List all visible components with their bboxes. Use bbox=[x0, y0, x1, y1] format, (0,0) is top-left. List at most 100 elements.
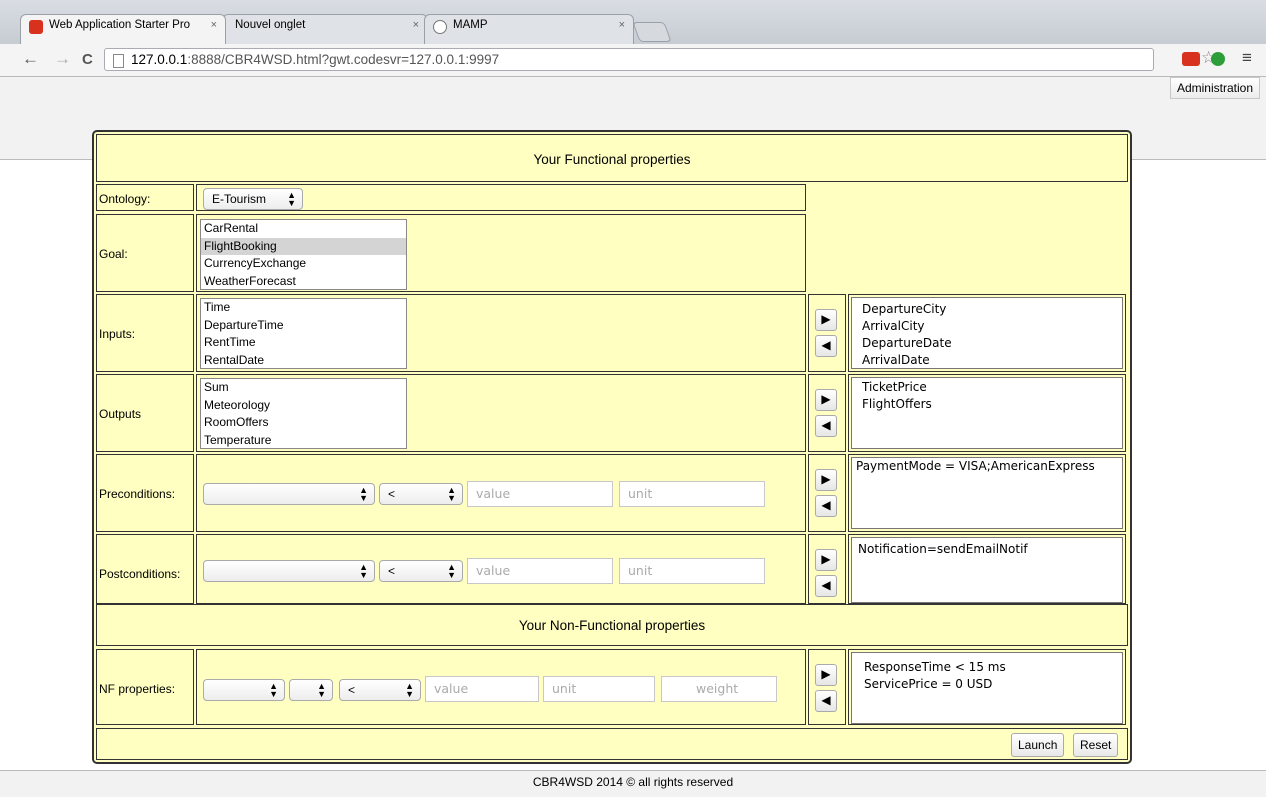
ontology-value: E-Tourism bbox=[212, 192, 267, 206]
precondition-unit-input[interactable]: unit bbox=[619, 481, 765, 507]
preconditions-chosen-cell: PaymentMode = VISA;AmericanExpress bbox=[848, 454, 1126, 532]
list-item[interactable]: PaymentMode = VISA;AmericanExpress bbox=[852, 458, 1122, 475]
operator-value: < bbox=[388, 487, 396, 501]
ontology-label: Ontology: bbox=[96, 184, 194, 211]
close-tab-icon[interactable]: × bbox=[211, 19, 217, 31]
administration-button[interactable]: Administration bbox=[1169, 77, 1260, 99]
goal-cell: CarRental FlightBooking CurrencyExchange… bbox=[196, 214, 806, 292]
remove-nf-button[interactable]: ◀ bbox=[815, 690, 837, 712]
list-item[interactable]: Temperature bbox=[201, 432, 406, 449]
preconditions-chosen-list[interactable]: PaymentMode = VISA;AmericanExpress bbox=[851, 457, 1123, 529]
outputs-chosen-cell: TicketPrice FlightOffers bbox=[848, 374, 1126, 452]
nf-chosen-cell: ResponseTime < 15 ms ServicePrice = 0 US… bbox=[848, 649, 1126, 725]
menu-icon[interactable]: ≡ bbox=[1242, 48, 1252, 68]
browser-toolbar: ← → C 127.0.0.1:8888/CBR4WSD.html?gwt.co… bbox=[0, 44, 1266, 77]
arrow-left-icon: ◀ bbox=[821, 418, 831, 432]
nf-unit-input[interactable]: unit bbox=[543, 676, 655, 702]
list-item[interactable]: CurrencyExchange bbox=[201, 255, 406, 273]
inputs-chosen-list[interactable]: DepartureCity ArrivalCity DepartureDate … bbox=[851, 297, 1123, 369]
list-item[interactable]: ServicePrice = 0 USD bbox=[852, 676, 1122, 693]
select-arrows-icon: ▲ ▼ bbox=[317, 681, 326, 699]
nf-category-select[interactable]: ▲ ▼ bbox=[203, 679, 285, 701]
list-item[interactable]: ArrivalCity bbox=[852, 318, 1122, 335]
add-nf-button[interactable]: ▶ bbox=[815, 664, 837, 686]
list-item[interactable]: RentTime bbox=[201, 334, 406, 352]
actions-row: Launch Reset bbox=[96, 728, 1128, 760]
reload-icon[interactable]: C bbox=[82, 51, 93, 68]
app-footer: CBR4WSD 2014 © all rights reserved bbox=[0, 770, 1266, 797]
list-item[interactable]: Time bbox=[201, 299, 406, 317]
nf-property-select[interactable]: ▲ ▼ bbox=[289, 679, 333, 701]
nf-operator-select[interactable]: < ▲ ▼ bbox=[339, 679, 421, 701]
remove-postcondition-button[interactable]: ◀ bbox=[815, 575, 837, 597]
browser-tab-bar: Web Application Starter Pro × Nouvel ong… bbox=[0, 0, 1266, 44]
outputs-chosen-list[interactable]: TicketPrice FlightOffers bbox=[851, 377, 1123, 449]
footer-text: CBR4WSD 2014 © all rights reserved bbox=[532, 775, 734, 789]
inputs-available-list[interactable]: Time DepartureTime RentTime RentalDate bbox=[200, 298, 407, 369]
postcondition-operator-select[interactable]: < ▲ ▼ bbox=[379, 560, 463, 582]
select-arrows-icon: ▲ ▼ bbox=[447, 485, 456, 503]
add-postcondition-button[interactable]: ▶ bbox=[815, 549, 837, 571]
back-icon[interactable]: ← bbox=[22, 49, 39, 69]
tab-nouvel-onglet[interactable]: Nouvel onglet × bbox=[222, 14, 428, 44]
address-bar[interactable]: 127.0.0.1:8888/CBR4WSD.html?gwt.codesvr=… bbox=[104, 48, 1154, 71]
precondition-value-input[interactable]: value bbox=[467, 481, 613, 507]
nf-chosen-list[interactable]: ResponseTime < 15 ms ServicePrice = 0 US… bbox=[851, 652, 1123, 724]
add-output-button[interactable]: ▶ bbox=[815, 389, 837, 411]
remove-precondition-button[interactable]: ◀ bbox=[815, 495, 837, 517]
list-item[interactable]: Notification=sendEmailNotif bbox=[852, 541, 1122, 558]
nf-weight-input[interactable]: weight bbox=[661, 676, 777, 702]
nf-properties-label: NF properties: bbox=[96, 649, 194, 725]
arrow-right-icon: ▶ bbox=[821, 472, 831, 486]
gwt-favicon-icon bbox=[29, 20, 43, 34]
list-item[interactable]: DepartureDate bbox=[852, 335, 1122, 352]
postconditions-chosen-cell: Notification=sendEmailNotif bbox=[848, 534, 1126, 604]
postcondition-property-select[interactable]: ▲ ▼ bbox=[203, 560, 375, 582]
list-item[interactable]: FlightOffers bbox=[852, 396, 1122, 413]
forward-icon[interactable]: → bbox=[54, 49, 71, 69]
list-item[interactable]: CarRental bbox=[201, 220, 406, 238]
postcondition-value-input[interactable]: value bbox=[467, 558, 613, 584]
launch-button[interactable]: Launch bbox=[1011, 733, 1065, 757]
ontology-cell: E-Tourism ▲ ▼ bbox=[196, 184, 806, 211]
list-item[interactable]: ResponseTime < 15 ms bbox=[852, 659, 1122, 676]
remove-input-button[interactable]: ◀ bbox=[815, 335, 837, 357]
ontology-select[interactable]: E-Tourism ▲ ▼ bbox=[203, 188, 303, 210]
remove-output-button[interactable]: ◀ bbox=[815, 415, 837, 437]
extension-green-icon[interactable] bbox=[1211, 52, 1225, 66]
outputs-available-list[interactable]: Sum Meteorology RoomOffers Temperature bbox=[200, 378, 407, 449]
list-item[interactable]: WeatherForecast bbox=[201, 273, 406, 290]
outputs-cell: Sum Meteorology RoomOffers Temperature bbox=[196, 374, 806, 452]
tab-web-application-starter[interactable]: Web Application Starter Pro × bbox=[20, 14, 226, 44]
add-precondition-button[interactable]: ▶ bbox=[815, 469, 837, 491]
operator-value: < bbox=[348, 683, 356, 697]
precondition-operator-select[interactable]: < ▲ ▼ bbox=[379, 483, 463, 505]
list-item[interactable]: Meteorology bbox=[201, 397, 406, 415]
new-tab-button[interactable] bbox=[632, 22, 672, 42]
close-tab-icon[interactable]: × bbox=[413, 19, 419, 31]
precondition-property-select[interactable]: ▲ ▼ bbox=[203, 483, 375, 505]
postcondition-unit-input[interactable]: unit bbox=[619, 558, 765, 584]
reset-button[interactable]: Reset bbox=[1073, 733, 1119, 757]
list-item[interactable]: DepartureTime bbox=[201, 317, 406, 335]
tab-mamp[interactable]: MAMP × bbox=[424, 14, 634, 44]
list-item[interactable]: TicketPrice bbox=[852, 379, 1122, 396]
url-path: :8888/CBR4WSD.html?gwt.codesvr=127.0.0.1… bbox=[187, 52, 500, 67]
list-item[interactable]: RoomOffers bbox=[201, 414, 406, 432]
add-input-button[interactable]: ▶ bbox=[815, 309, 837, 331]
list-item[interactable]: RentalDate bbox=[201, 352, 406, 369]
list-item[interactable]: DepartureCity bbox=[852, 301, 1122, 318]
goal-list[interactable]: CarRental FlightBooking CurrencyExchange… bbox=[200, 219, 407, 290]
nf-value-input[interactable]: value bbox=[425, 676, 539, 702]
postconditions-arrow-cell: ▶ ◀ bbox=[808, 534, 846, 604]
list-item[interactable]: FlightBooking bbox=[201, 237, 406, 255]
close-tab-icon[interactable]: × bbox=[619, 19, 625, 31]
list-item[interactable]: ArrivalDate bbox=[852, 352, 1122, 368]
gwt-extension-icon[interactable] bbox=[1182, 52, 1200, 66]
arrow-right-icon: ▶ bbox=[821, 392, 831, 406]
postconditions-chosen-list[interactable]: Notification=sendEmailNotif bbox=[851, 537, 1123, 603]
list-item[interactable]: Sum bbox=[201, 379, 406, 397]
tab-title: Nouvel onglet bbox=[235, 19, 306, 31]
preconditions-cell: ▲ ▼ < ▲ ▼ value unit bbox=[196, 454, 806, 532]
preconditions-arrow-cell: ▶ ◀ bbox=[808, 454, 846, 532]
